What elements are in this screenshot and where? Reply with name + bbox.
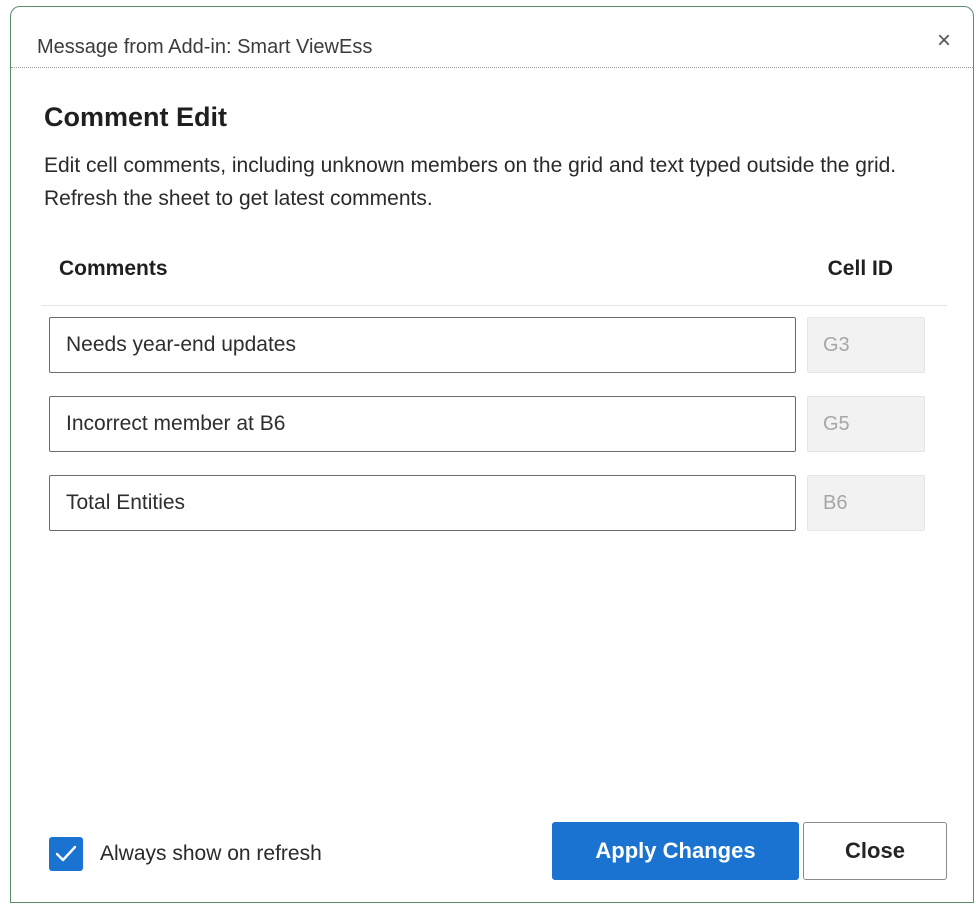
cell-id-field: B6 [807,475,925,531]
apply-changes-button[interactable]: Apply Changes [552,822,799,880]
page-title: Comment Edit [44,102,228,132]
comment-input[interactable] [49,396,796,452]
cell-id-field: G3 [807,317,925,373]
dialog-titlebar: Message from Add-in: Smart ViewEss × [11,7,973,68]
comment-row: G3 [49,317,929,375]
always-show-checkbox[interactable] [49,837,83,871]
dialog-description: Edit cell comments, including unknown me… [44,154,897,210]
cell-id-field: G5 [807,396,925,452]
close-icon[interactable]: × [937,29,951,53]
checkmark-icon [55,845,77,862]
comment-input[interactable] [49,317,796,373]
close-button[interactable]: Close [803,822,947,880]
comments-column-header: Comments [59,257,168,280]
comment-row: B6 [49,475,929,533]
comment-row: G5 [49,396,929,454]
always-show-label[interactable]: Always show on refresh [100,842,322,866]
header-divider [41,305,947,306]
cell-id-column-header: Cell ID [827,257,893,280]
comment-input[interactable] [49,475,796,531]
dialog-title: Message from Add-in: Smart ViewEss [37,36,373,58]
comment-edit-dialog: Message from Add-in: Smart ViewEss × Com… [10,6,974,903]
